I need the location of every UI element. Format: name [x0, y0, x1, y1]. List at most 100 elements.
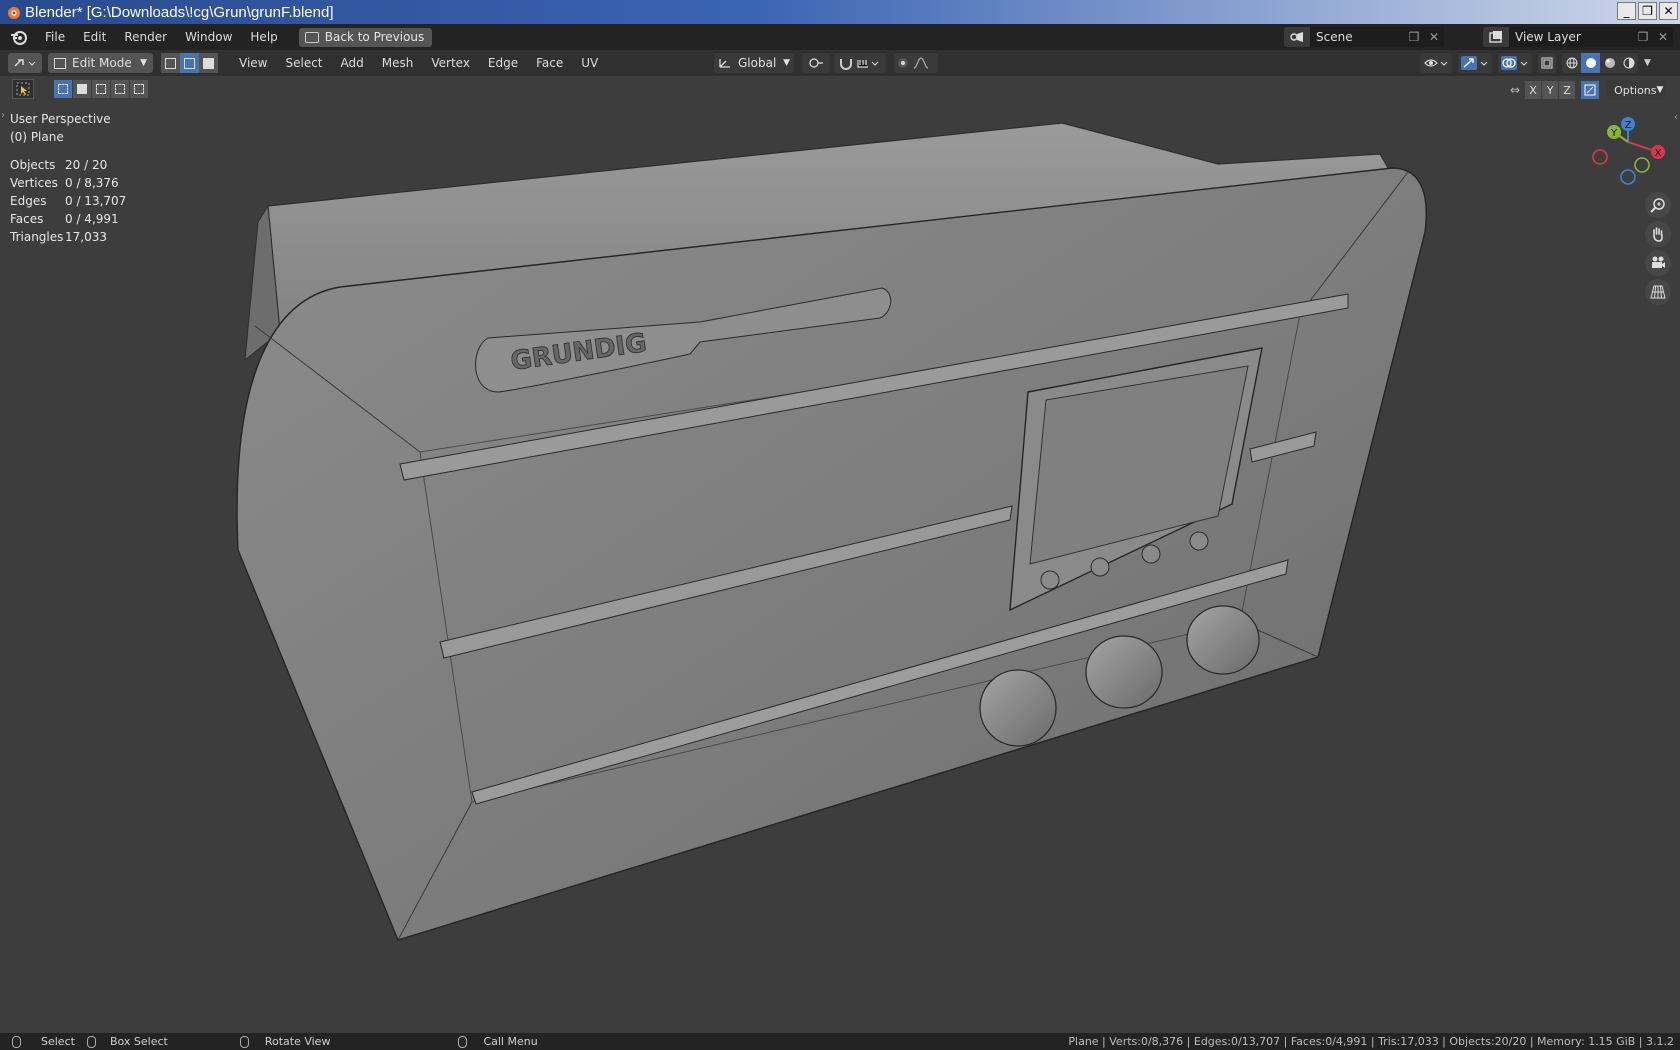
- middle-mouse-icon: [239, 1035, 249, 1048]
- camera-icon: [1652, 256, 1665, 268]
- pivot-point-dropdown[interactable]: [802, 53, 830, 73]
- editor-type-button[interactable]: [8, 53, 42, 73]
- invert-selection-button[interactable]: [111, 80, 129, 98]
- orientation-icon: [719, 59, 730, 68]
- navigation-gizmo[interactable]: Z X Y: [1588, 110, 1678, 200]
- zoom-button[interactable]: [1645, 192, 1671, 218]
- mirror-z-toggle[interactable]: Z: [1559, 81, 1576, 99]
- auto-merge-icon: [1584, 84, 1596, 96]
- neg-x-axis-handle: [1592, 149, 1608, 165]
- drag-mouse-icon: [86, 1035, 96, 1048]
- 3d-view-icon: [14, 59, 36, 67]
- subtract-selection-icon: [96, 84, 106, 94]
- menu-view[interactable]: View: [230, 56, 276, 70]
- new-view-layer-icon[interactable]: ❐: [1633, 30, 1653, 44]
- status-bar: Select Box Select Rotate View Call Menu …: [0, 1033, 1680, 1050]
- orientation-label: Global: [738, 56, 777, 70]
- back-to-previous-button[interactable]: Back to Previous: [298, 27, 433, 47]
- menu-render[interactable]: Render: [115, 30, 176, 44]
- edit-mode-icon: [54, 57, 66, 69]
- menu-edge[interactable]: Edge: [479, 56, 527, 70]
- zoom-icon: [1650, 198, 1665, 213]
- menu-mesh[interactable]: Mesh: [373, 56, 423, 70]
- intersect-selection-button[interactable]: [130, 80, 148, 98]
- mirror-y-toggle[interactable]: Y: [1542, 81, 1559, 99]
- snap-controls[interactable]: [834, 53, 886, 73]
- stats-row-objects: Objects 20 / 20: [10, 158, 108, 172]
- vertex-mode-icon: [165, 57, 176, 69]
- perspective-toggle-button[interactable]: [1645, 279, 1671, 305]
- transform-orientation-dropdown[interactable]: Global ▼: [714, 53, 794, 73]
- 3d-viewport[interactable]: GRUNDIG User Perspective (0) Plane Objec…: [0, 102, 1680, 1033]
- intersect-selection-icon: [134, 84, 144, 94]
- menu-select[interactable]: Select: [276, 56, 331, 70]
- pan-button[interactable]: [1645, 221, 1671, 247]
- face-select-mode-button[interactable]: [199, 53, 218, 73]
- mirror-x-toggle[interactable]: X: [1525, 81, 1542, 99]
- camera-view-button[interactable]: [1645, 250, 1671, 276]
- new-scene-icon[interactable]: ❐: [1404, 30, 1424, 44]
- mode-dropdown[interactable]: Edit Mode ▼: [48, 53, 153, 73]
- face-mode-icon: [203, 57, 214, 69]
- blender-logo-icon[interactable]: [8, 26, 30, 48]
- chevron-down-icon: ▼: [1656, 85, 1664, 95]
- sidebar-toggle-chevron-icon[interactable]: ‹: [1674, 112, 1678, 123]
- wireframe-shading-button[interactable]: [1562, 53, 1581, 73]
- top-menu-bar: File Edit Render Window Help Back to Pre…: [0, 24, 1680, 50]
- menu-vertex[interactable]: Vertex: [422, 56, 479, 70]
- menu-uv[interactable]: UV: [572, 56, 607, 70]
- delete-view-layer-icon[interactable]: ✕: [1653, 30, 1673, 44]
- menu-face[interactable]: Face: [527, 56, 572, 70]
- maximize-button[interactable]: ❐: [1638, 2, 1657, 20]
- xray-toggle[interactable]: [1538, 53, 1556, 73]
- proportional-editing-controls[interactable]: [894, 53, 938, 73]
- menu-help[interactable]: Help: [241, 30, 286, 44]
- set-new-selection-button[interactable]: [54, 80, 72, 98]
- stats-row-faces: Faces 0 / 4,991: [10, 212, 119, 226]
- solid-shading-button[interactable]: [1581, 53, 1600, 73]
- menu-file[interactable]: File: [36, 30, 74, 44]
- active-tool-button[interactable]: [12, 79, 34, 99]
- visibility-dropdown[interactable]: [1420, 53, 1452, 73]
- extend-selection-button[interactable]: [73, 80, 91, 98]
- rendered-shading-button[interactable]: [1619, 53, 1638, 73]
- chevron-down-icon: ▼: [783, 58, 790, 68]
- viewport-header: Edit Mode ▼ View Select Add Mesh Vertex …: [0, 50, 1680, 76]
- delete-scene-icon[interactable]: ✕: [1424, 30, 1444, 44]
- overlays-toggle[interactable]: [1498, 53, 1532, 73]
- chevron-down-icon: ▼: [140, 58, 147, 68]
- status-rotate-view-label: Rotate View: [264, 1035, 331, 1048]
- radio-model: GRUNDIG: [236, 122, 1427, 941]
- status-select-label: Select: [41, 1035, 75, 1048]
- select-mode-group: [161, 53, 218, 73]
- xray-icon: [1541, 57, 1553, 69]
- subtract-selection-button[interactable]: [92, 80, 110, 98]
- gizmo-toggle[interactable]: [1458, 53, 1492, 73]
- select-box-tool-icon: [16, 82, 30, 96]
- options-dropdown[interactable]: Options ▼: [1607, 80, 1666, 100]
- close-button[interactable]: ✕: [1659, 2, 1678, 20]
- auto-merge-toggle[interactable]: [1581, 81, 1600, 99]
- magnet-icon: [840, 59, 879, 70]
- right-mouse-icon: [458, 1035, 468, 1048]
- view-layer-selector[interactable]: View Layer ❐ ✕: [1483, 27, 1673, 47]
- menu-window[interactable]: Window: [176, 30, 241, 44]
- shading-mode-group: [1562, 53, 1638, 73]
- menu-add[interactable]: Add: [332, 56, 373, 70]
- window-title-bar: Blender* [G:\Downloads\!cg\Grun\grunF.bl…: [0, 0, 1680, 24]
- menu-edit[interactable]: Edit: [74, 30, 115, 44]
- scene-selector[interactable]: Scene ❐ ✕: [1284, 27, 1444, 47]
- status-call-menu-label: Call Menu: [483, 1035, 538, 1048]
- toolbar-toggle-chevron-icon[interactable]: ›: [1, 110, 5, 121]
- view-layer-name: View Layer: [1515, 30, 1581, 44]
- material-shading-button[interactable]: [1600, 53, 1619, 73]
- edge-select-mode-button[interactable]: [180, 53, 199, 73]
- extend-selection-icon: [77, 84, 87, 94]
- minimize-button[interactable]: _: [1617, 2, 1636, 20]
- vertex-select-mode-button[interactable]: [161, 53, 180, 73]
- wireframe-sphere-icon: [1566, 57, 1577, 69]
- gizmo-icon: [1461, 56, 1488, 70]
- left-mouse-icon: [12, 1035, 21, 1048]
- shading-options-chevron-icon[interactable]: ▼: [1644, 58, 1651, 68]
- active-object-label: (0) Plane: [10, 130, 64, 144]
